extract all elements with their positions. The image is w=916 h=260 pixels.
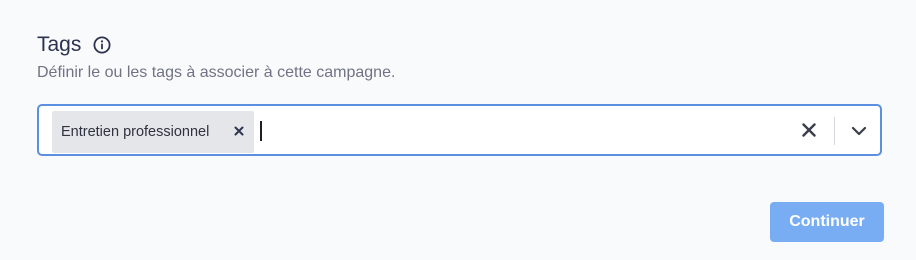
chevron-down-icon[interactable]	[851, 124, 867, 138]
continue-button[interactable]: Continuer	[770, 202, 884, 242]
section-title: Tags	[37, 33, 82, 56]
tags-header: Tags	[37, 32, 111, 58]
indicator-divider	[834, 117, 835, 145]
text-cursor	[260, 121, 262, 141]
info-icon[interactable]	[93, 36, 111, 54]
tag-remove-icon[interactable]	[232, 124, 246, 138]
clear-all-icon[interactable]	[801, 122, 817, 138]
tag-chip: Entretien professionnel	[52, 111, 254, 153]
section-description: Définir le ou les tags à associer à cett…	[37, 64, 396, 81]
tag-chip-label: Entretien professionnel	[61, 124, 210, 140]
tags-select[interactable]: Entretien professionnel	[37, 104, 882, 156]
